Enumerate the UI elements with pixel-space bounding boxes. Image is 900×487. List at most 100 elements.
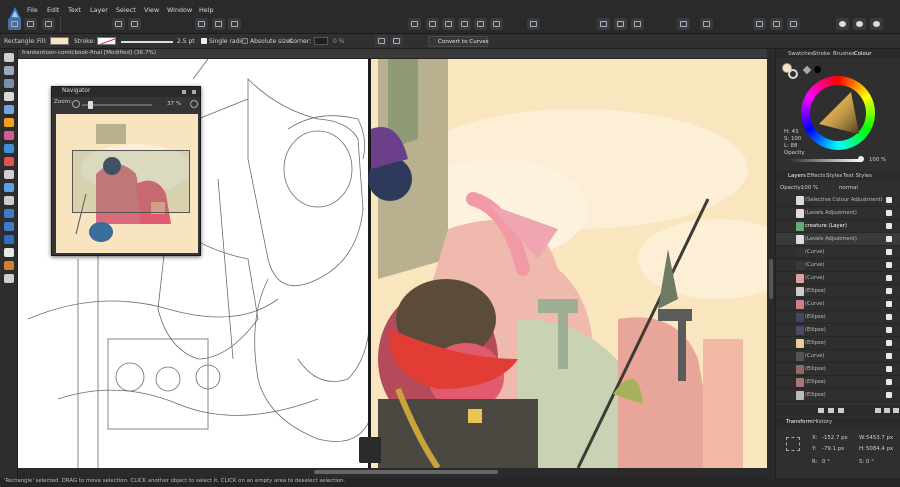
layer-row[interactable]: (Ellipse) <box>776 324 900 337</box>
navigator-panel[interactable]: Navigator Zoom: 37 % <box>51 86 201 256</box>
stroke-colour-circle[interactable] <box>788 69 798 79</box>
grid-icon[interactable] <box>228 18 241 30</box>
account-icon[interactable] <box>836 18 849 30</box>
transparency-tool-icon[interactable] <box>4 157 14 166</box>
opacity-value[interactable]: 100 % <box>869 157 886 163</box>
fill-tool-icon[interactable] <box>4 144 14 153</box>
layer-row[interactable]: (Curve) <box>776 350 900 363</box>
menu-view[interactable]: View <box>144 6 159 14</box>
tab-transform[interactable]: Transform <box>786 419 813 425</box>
preferences-icon[interactable] <box>128 18 141 30</box>
zoom-out-icon[interactable] <box>72 100 80 108</box>
export-persona-icon[interactable] <box>42 18 55 30</box>
layer-row[interactable]: (Ellipse) <box>776 389 900 402</box>
tab-colour[interactable]: Colour <box>854 51 872 57</box>
corner-type-dropdown[interactable] <box>314 37 328 45</box>
transform-origin-icon[interactable] <box>375 35 388 47</box>
document-setup-icon[interactable] <box>112 18 125 30</box>
navigator-view-rect[interactable] <box>72 150 190 213</box>
layer-visibility-checkbox[interactable] <box>886 275 892 281</box>
layer-fx-icon[interactable] <box>838 408 844 413</box>
place-image-icon[interactable] <box>4 183 14 192</box>
layer-add-icon[interactable] <box>818 408 824 413</box>
layer-row[interactable]: (Ellipse) <box>776 363 900 376</box>
layer-row[interactable]: (Ellipse) <box>776 285 900 298</box>
navigator-preview[interactable] <box>56 114 198 253</box>
menu-window[interactable]: Window <box>167 6 192 14</box>
pixel-persona-icon[interactable] <box>24 18 37 30</box>
h-value[interactable]: 5084.4 px <box>866 446 893 452</box>
help-icon[interactable] <box>853 18 866 30</box>
layer-visibility-checkbox[interactable] <box>886 197 892 203</box>
layer-row[interactable]: (Ellipse) <box>776 337 900 350</box>
layer-visibility-checkbox[interactable] <box>886 340 892 346</box>
layer-row[interactable]: (Curve) <box>776 259 900 272</box>
vertical-scrollbar[interactable] <box>767 59 775 468</box>
menu-edit[interactable]: Edit <box>47 6 59 14</box>
artistic-text-icon[interactable] <box>4 248 14 257</box>
zoom-in-icon[interactable] <box>190 100 198 108</box>
align-bottom-icon[interactable] <box>490 18 503 30</box>
menu-help[interactable]: Help <box>199 6 214 14</box>
layer-row[interactable]: (Curve) <box>776 272 900 285</box>
align-middle-icon[interactable] <box>474 18 487 30</box>
split-view-handle[interactable] <box>359 437 381 463</box>
rounded-rect-icon[interactable] <box>4 222 14 231</box>
rectangle-tool-icon[interactable] <box>4 196 14 205</box>
layer-row[interactable]: creature (Layer) <box>776 220 900 233</box>
anchor-selector-icon[interactable] <box>786 437 800 451</box>
settings-icon[interactable] <box>870 18 883 30</box>
layer-visibility-checkbox[interactable] <box>886 262 892 268</box>
align-left-icon[interactable] <box>408 18 421 30</box>
hand-tool-icon[interactable] <box>4 261 14 270</box>
designer-persona-icon[interactable] <box>8 18 21 30</box>
pencil-tool-icon[interactable] <box>4 118 14 127</box>
stroke-swatch[interactable] <box>97 37 116 45</box>
flip-vertical-icon[interactable] <box>700 18 713 30</box>
blend-mode-dropdown[interactable]: normal <box>839 185 858 191</box>
stroke-width-slider[interactable] <box>121 41 173 43</box>
boolean-add-icon[interactable] <box>597 18 610 30</box>
layer-visibility-checkbox[interactable] <box>886 314 892 320</box>
layer-row[interactable]: (Ellipse) <box>776 311 900 324</box>
tab-stroke[interactable]: Stroke <box>813 51 830 57</box>
layer-mask-icon[interactable] <box>828 408 834 413</box>
layer-row[interactable]: (Ellipse) <box>776 376 900 389</box>
layer-visibility-checkbox[interactable] <box>886 353 892 359</box>
insert-inside-icon[interactable] <box>770 18 783 30</box>
colour-wheel[interactable] <box>801 76 875 150</box>
layer-visibility-checkbox[interactable] <box>886 210 892 216</box>
absolute-sizes-checkbox[interactable] <box>242 38 248 44</box>
layer-visibility-checkbox[interactable] <box>886 301 892 307</box>
navigator-menu-icon[interactable] <box>182 90 186 94</box>
layer-row[interactable]: (Curve) <box>776 298 900 311</box>
snapping-icon[interactable] <box>195 18 208 30</box>
ellipse-tool-icon[interactable] <box>4 209 14 218</box>
stroke-width-value[interactable]: 2.5 pt <box>177 38 195 45</box>
horizontal-scrollbar[interactable] <box>18 468 775 477</box>
tab-swatches[interactable]: Swatches <box>788 51 814 57</box>
x-value[interactable]: -152.7 px <box>822 435 848 441</box>
w-value[interactable]: 5453.7 px <box>866 435 893 441</box>
menu-layer[interactable]: Layer <box>90 6 108 14</box>
crop-tool-icon[interactable] <box>4 170 14 179</box>
menu-file[interactable]: File <box>27 6 38 14</box>
single-radius-checkbox[interactable] <box>201 38 207 44</box>
navigator-titlebar[interactable]: Navigator <box>52 87 200 97</box>
opacity-slider-knob[interactable] <box>858 156 864 162</box>
insert-after-icon[interactable] <box>787 18 800 30</box>
layer-visibility-checkbox[interactable] <box>886 236 892 242</box>
boolean-intersect-icon[interactable] <box>631 18 644 30</box>
layer-duplicate-icon[interactable] <box>875 408 881 413</box>
layer-visibility-checkbox[interactable] <box>886 392 892 398</box>
corner-value[interactable]: 0 % <box>333 38 344 45</box>
align-top-icon[interactable] <box>458 18 471 30</box>
insert-before-icon[interactable] <box>753 18 766 30</box>
layer-visibility-checkbox[interactable] <box>886 366 892 372</box>
pen-tool-icon[interactable] <box>4 105 14 114</box>
arrange-icon[interactable] <box>527 18 540 30</box>
zoom-tool-icon[interactable] <box>4 274 14 283</box>
layer-visibility-checkbox[interactable] <box>886 249 892 255</box>
layer-visibility-checkbox[interactable] <box>886 223 892 229</box>
fill-swatch[interactable] <box>50 37 69 45</box>
